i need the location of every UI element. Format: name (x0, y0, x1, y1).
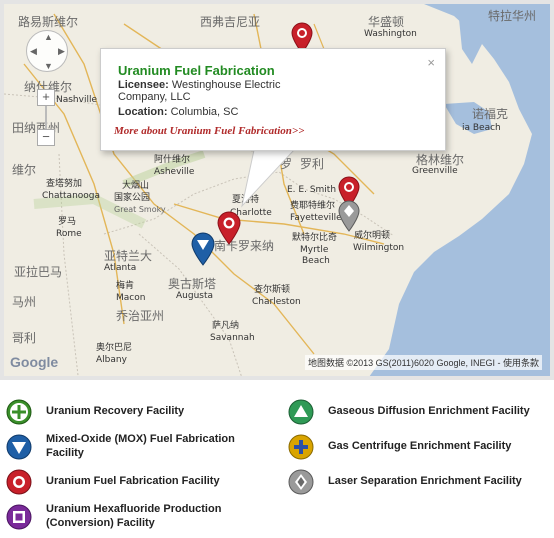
legend-label: Uranium Fuel Fabrication Facility (46, 475, 220, 488)
popup-title: Uranium Fuel Fabrication (118, 63, 275, 78)
map-label: Macon (116, 293, 146, 303)
pan-down-icon[interactable]: ▼ (44, 62, 53, 71)
grey-diamond-icon (288, 469, 314, 495)
pan-up-icon[interactable]: ▲ (44, 33, 53, 42)
info-popup: × Uranium Fuel Fabrication Licensee: Wes… (100, 48, 446, 151)
map-label: Charleston (252, 297, 301, 307)
map-label: Washington (364, 29, 417, 39)
map-label: Rome (56, 229, 82, 239)
location-label: Location: (118, 106, 168, 118)
map-label: 罗马 (58, 217, 77, 227)
red-circle-marker[interactable] (216, 211, 242, 245)
map-label: 费耶特维尔 (290, 201, 336, 211)
legend-item-gaseous-diffusion: Gaseous Diffusion Enrichment Facility (288, 399, 530, 425)
legend-item-fuel-fabrication: Uranium Fuel Fabrication Facility (6, 469, 220, 495)
google-logo[interactable]: Google (10, 354, 58, 370)
map-label: 萨凡纳 (212, 321, 240, 331)
map-label: Asheville (154, 167, 195, 177)
licensee-label: Licensee: (118, 79, 169, 91)
pan-control[interactable]: ▲ ▼ ◀ ▶ (26, 30, 68, 72)
legend-label: Laser Separation Enrichment Facility (328, 475, 522, 488)
legend-item-gas-centrifuge: Gas Centrifuge Enrichment Facility (288, 434, 511, 460)
map-label: Wilmington (353, 243, 405, 253)
pan-right-icon[interactable]: ▶ (58, 47, 65, 56)
green-triangle-icon (288, 399, 314, 425)
map-label: Atlanta (104, 263, 137, 273)
map[interactable]: 路易斯维尔 西弗吉尼亚 华盛顿 Washington 特拉华州 纳什维尔 Nas… (0, 0, 554, 380)
map-label: 奥古斯塔 (168, 277, 217, 291)
popup-licensee: Licensee: Westinghouse Electric Company,… (118, 79, 318, 103)
map-label: ia Beach (462, 123, 501, 133)
map-label: 马州 (12, 295, 37, 309)
popup-tail (241, 150, 294, 208)
map-copyright[interactable]: 地图数据 ©2013 GS(2011)6020 Google, INEGI - … (304, 355, 542, 370)
map-label: Nashville (56, 95, 98, 105)
map-label: 威尔明顿 (354, 231, 391, 241)
legend-label: Uranium Hexafluoride Production (Convers… (46, 503, 222, 529)
map-label: 阿什维尔 (154, 155, 191, 165)
location-value: Columbia, SC (170, 106, 239, 118)
map-label: 华盛顿 (368, 15, 405, 29)
map-label: 奥尔巴尼 (96, 343, 133, 353)
close-icon[interactable]: × (427, 55, 435, 70)
map-label: 国家公园 (114, 193, 151, 203)
legend: Uranium Recovery Facility Gaseous Diffus… (0, 380, 554, 538)
legend-item-uranium-recovery: Uranium Recovery Facility (6, 399, 184, 425)
map-label: 亚特兰大 (104, 249, 153, 263)
zoom-in-button[interactable]: + (37, 89, 55, 106)
map-label: Chattanooga (42, 191, 101, 201)
legend-item-mox: Mixed-Oxide (MOX) Fuel Fabrication Facil… (6, 433, 272, 461)
map-label: Myrtle (300, 245, 329, 255)
map-label: 默特尔比奇 (292, 233, 338, 243)
map-label: 亚拉巴马 (14, 265, 63, 279)
map-label: 路易斯维尔 (18, 15, 79, 29)
purple-square-icon (6, 504, 32, 530)
legend-item-laser-separation: Laser Separation Enrichment Facility (288, 469, 522, 495)
zoom-out-button[interactable]: − (37, 129, 55, 146)
map-label: 特拉华州 (488, 9, 537, 23)
blue-triangle-marker[interactable] (190, 232, 216, 266)
map-label: Great Smoky (114, 205, 166, 214)
map-label: Albany (96, 355, 127, 365)
map-label: 维尔 (12, 163, 37, 177)
legend-item-hexafluoride: Uranium Hexafluoride Production (Convers… (6, 503, 272, 531)
map-label: Savannah (210, 333, 255, 343)
map-label: 查尔斯顿 (254, 285, 291, 295)
map-label: 罗利 (300, 157, 325, 171)
grey-diamond-marker[interactable] (337, 200, 361, 232)
popup-location: Location: Columbia, SC (118, 106, 238, 118)
map-label: 乔治亚州 (116, 309, 165, 323)
legend-label: Uranium Recovery Facility (46, 405, 185, 418)
map-label: 哥利 (12, 331, 37, 345)
map-label: Fayetteville (290, 213, 342, 223)
map-label: 诺福克 (472, 107, 509, 121)
map-label: Beach (302, 256, 330, 266)
map-label: 查塔努加 (46, 179, 83, 189)
yellow-cross-icon (288, 434, 314, 460)
map-label: 大烟山 (122, 181, 150, 191)
legend-label: Gas Centrifuge Enrichment Facility (328, 440, 512, 453)
zoom-slider[interactable] (45, 106, 47, 129)
legend-label: Gaseous Diffusion Enrichment Facility (328, 405, 530, 418)
map-label: Augusta (176, 291, 214, 301)
red-circle-icon (6, 469, 32, 495)
more-link[interactable]: More about Uranium Fuel Fabrication>> (114, 125, 304, 137)
map-label: 梅肯 (116, 281, 135, 291)
green-plus-icon (6, 399, 32, 425)
legend-label: Mixed-Oxide (MOX) Fuel Fabrication Facil… (46, 433, 235, 459)
map-label: 西弗吉尼亚 (200, 15, 261, 29)
map-label: Greenville (412, 166, 458, 176)
pan-left-icon[interactable]: ◀ (30, 47, 37, 56)
blue-triangle-icon (6, 434, 32, 460)
map-label: E. E. Smith (287, 185, 337, 195)
